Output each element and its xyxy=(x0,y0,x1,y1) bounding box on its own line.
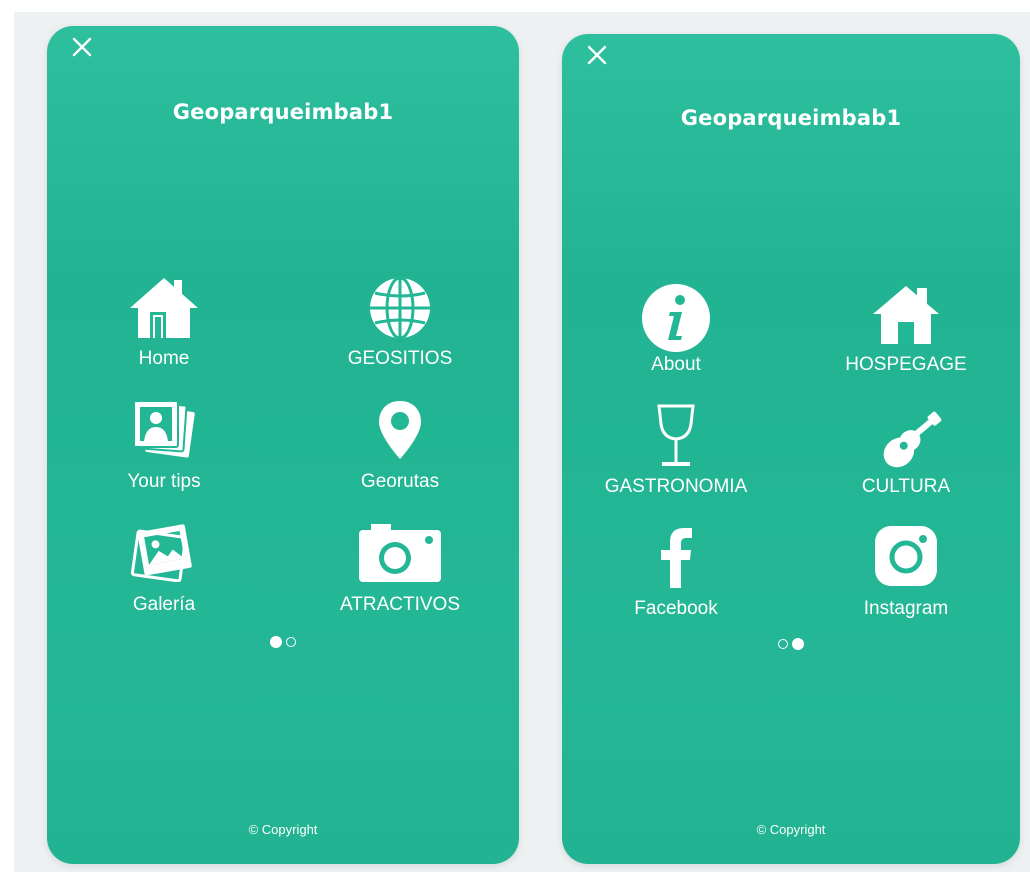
copyright-footer: © Copyright xyxy=(756,822,826,837)
instagram-icon xyxy=(875,526,937,586)
photos-icon xyxy=(133,400,195,458)
menu-screen-page-2: Geoparqueimbab1 About HOSPEGAGE GASTRONO… xyxy=(562,34,1020,864)
globe-icon xyxy=(370,276,430,340)
close-icon[interactable] xyxy=(69,34,95,60)
facebook-icon xyxy=(661,528,692,588)
page-dot-active[interactable] xyxy=(270,635,282,648)
menu-item-cultura[interactable]: CULTURA xyxy=(826,404,986,514)
menu-item-label: Facebook xyxy=(634,598,718,619)
menu-item-label: CULTURA xyxy=(861,476,951,497)
menu-item-label: About xyxy=(651,354,701,375)
map-pin-icon xyxy=(379,401,421,459)
page-dot-active[interactable] xyxy=(792,637,804,650)
page-indicator xyxy=(47,633,519,649)
menu-item-label: Home xyxy=(138,348,190,369)
page-dot[interactable] xyxy=(286,636,296,647)
menu-item-your-tips[interactable]: Your tips xyxy=(84,399,244,509)
menu-item-galeria[interactable]: Galería xyxy=(84,522,244,632)
menu-screen-page-1: Geoparqueimbab1 Home GEOSITIOS Your tips… xyxy=(47,26,519,864)
menu-item-geositios[interactable]: GEOSITIOS xyxy=(320,276,480,386)
page-indicator xyxy=(562,635,1020,651)
menu-item-label: GASTRONOMIA xyxy=(604,476,748,497)
copyright-footer: © Copyright xyxy=(248,822,318,837)
menu-item-atractivos[interactable]: ATRACTIVOS xyxy=(320,522,480,632)
page-dot[interactable] xyxy=(778,638,788,649)
menu-item-label: HOSPEGAGE xyxy=(845,354,967,375)
info-icon xyxy=(642,284,710,352)
menu-item-gastronomia[interactable]: GASTRONOMIA xyxy=(596,404,756,514)
wine-glass-icon xyxy=(657,404,695,466)
menu-item-facebook[interactable]: Facebook xyxy=(596,526,756,636)
menu-item-label: Your tips xyxy=(127,471,201,492)
menu-item-georutas[interactable]: Georutas xyxy=(320,399,480,509)
menu-item-label: GEOSITIOS xyxy=(347,348,453,369)
menu-item-home[interactable]: Home xyxy=(84,276,244,386)
house-icon xyxy=(873,286,939,344)
app-title: Geoparqueimbab1 xyxy=(172,100,394,124)
menu-item-label: ATRACTIVOS xyxy=(340,594,460,615)
menu-item-label: Instagram xyxy=(863,598,949,619)
menu-item-label: Galería xyxy=(132,594,196,615)
menu-item-about[interactable]: About xyxy=(596,282,756,392)
guitar-icon xyxy=(883,411,942,468)
home-icon xyxy=(130,278,198,338)
app-title: Geoparqueimbab1 xyxy=(680,106,902,130)
camera-icon xyxy=(359,524,441,582)
menu-item-instagram[interactable]: Instagram xyxy=(826,526,986,636)
menu-item-hospegage[interactable]: HOSPEGAGE xyxy=(826,282,986,392)
menu-item-label: Georutas xyxy=(360,471,440,492)
gallery-icon xyxy=(130,524,192,582)
close-icon[interactable] xyxy=(584,42,610,68)
